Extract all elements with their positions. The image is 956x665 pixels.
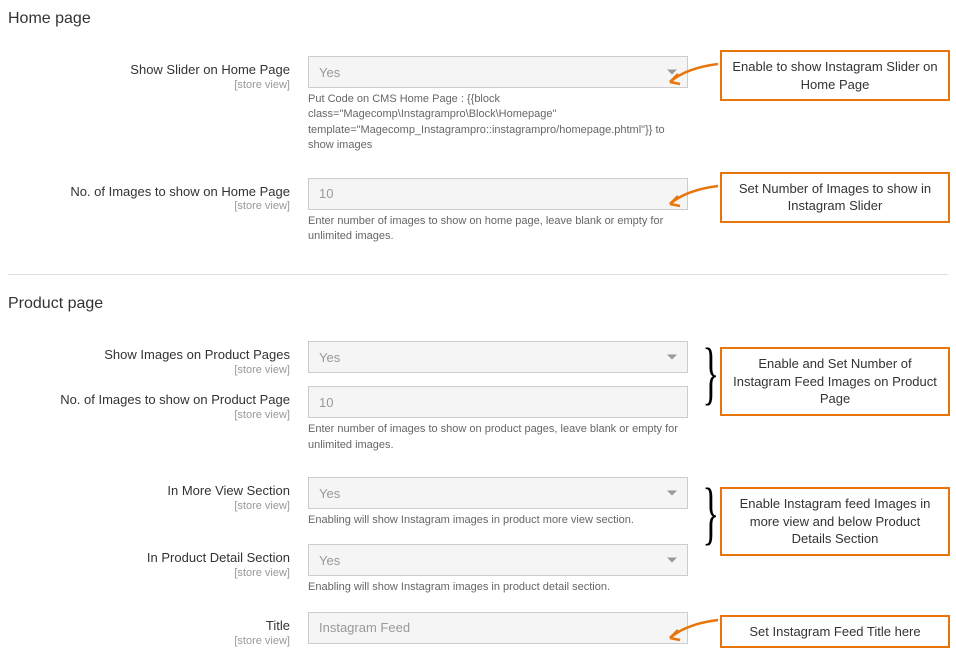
scope-label: [store view] — [8, 567, 290, 579]
field-show-slider-home: Show Slider on Home Page [store view] Ye… — [8, 56, 948, 170]
input-title[interactable] — [308, 612, 688, 644]
label-detail-section: In Product Detail Section — [8, 550, 290, 567]
field-num-images-home: No. of Images to show on Home Page [stor… — [8, 178, 948, 261]
select-more-view[interactable]: Yes — [308, 477, 688, 509]
note-detail-section: Enabling will show Instagram images in p… — [308, 580, 688, 595]
callout-title: Set Instagram Feed Title here — [720, 615, 950, 649]
input-num-images-home[interactable] — [308, 178, 688, 210]
section-title-home: Home page — [8, 10, 948, 28]
note-more-view: Enabling will show Instagram images in p… — [308, 513, 688, 528]
scope-label: [store view] — [8, 635, 290, 647]
select-show-slider-home[interactable]: Yes — [308, 56, 688, 88]
callout-num-images-home: Set Number of Images to show in Instagra… — [720, 172, 950, 223]
label-show-slider: Show Slider on Home Page — [8, 62, 290, 79]
label-more-view: In More View Section — [8, 483, 290, 500]
field-num-images-product: No. of Images to show on Product Page [s… — [8, 386, 948, 469]
scope-label: [store view] — [8, 79, 290, 91]
select-show-images-product[interactable]: Yes — [308, 341, 688, 373]
scope-label: [store view] — [8, 500, 290, 512]
note-num-images-product: Enter number of images to show on produc… — [308, 422, 688, 453]
field-title: Title [store view] Set Instagram Feed Ti… — [8, 612, 948, 647]
input-num-images-product[interactable] — [308, 386, 688, 418]
label-show-images-product: Show Images on Product Pages — [8, 347, 290, 364]
label-num-images-product: No. of Images to show on Product Page — [8, 392, 290, 409]
divider — [8, 274, 948, 275]
note-num-images-home: Enter number of images to show on home p… — [308, 214, 688, 245]
section-home: Home page Show Slider on Home Page [stor… — [8, 10, 948, 260]
section-title-product: Product page — [8, 295, 948, 313]
field-show-images-product: Show Images on Product Pages [store view… — [8, 341, 948, 376]
label-num-images-home: No. of Images to show on Home Page — [8, 184, 290, 201]
note-show-slider: Put Code on CMS Home Page : {{block clas… — [308, 92, 688, 154]
label-title: Title — [8, 618, 290, 635]
brace-icon: } — [702, 479, 719, 549]
callout-slider-home: Enable to show Instagram Slider on Home … — [720, 50, 950, 101]
scope-label: [store view] — [8, 364, 290, 376]
field-more-view: In More View Section [store view] Yes En… — [8, 477, 948, 544]
field-detail-section: In Product Detail Section [store view] Y… — [8, 544, 948, 611]
select-detail-section[interactable]: Yes — [308, 544, 688, 576]
scope-label: [store view] — [8, 409, 290, 421]
scope-label: [store view] — [8, 200, 290, 212]
